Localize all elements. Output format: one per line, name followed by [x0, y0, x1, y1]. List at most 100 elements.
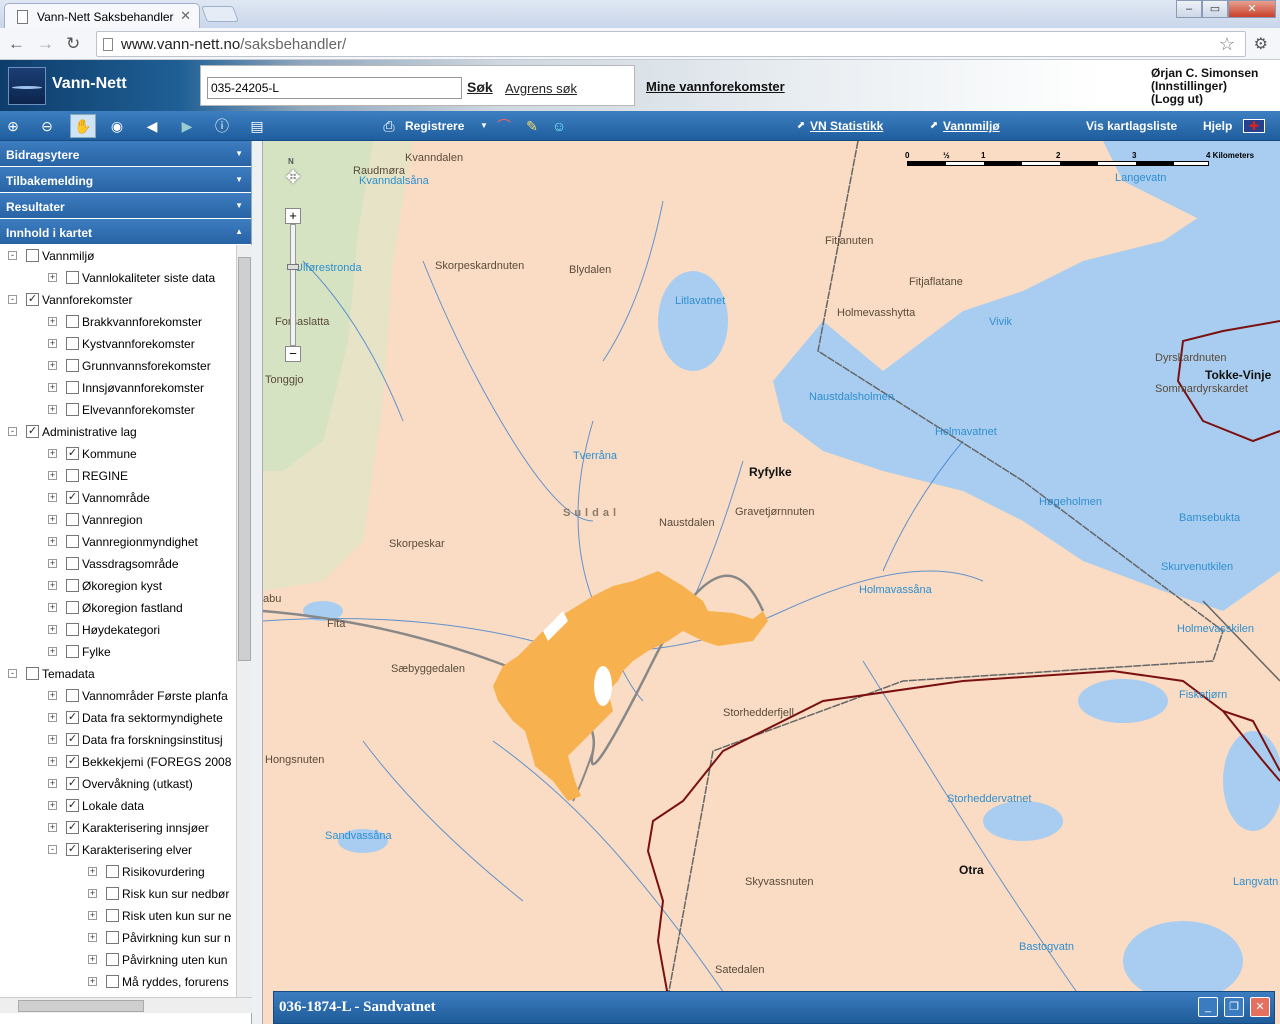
tree-row[interactable]: + Risk uten kun sur ne	[0, 905, 236, 927]
layer-checkbox[interactable]	[66, 689, 79, 702]
tree-row[interactable]: + Må ryddes, forurens	[0, 971, 236, 993]
tree-row[interactable]: + Påvirkning uten kun	[0, 949, 236, 971]
panel-innhold-i-kartet[interactable]: Innhold i kartet ▲	[0, 219, 251, 245]
collapse-icon[interactable]: -	[8, 251, 17, 260]
scrollbar-thumb[interactable]	[18, 1000, 144, 1012]
info-icon[interactable]: ⓘ	[213, 117, 231, 135]
pan-hand-icon[interactable]: ✋	[70, 114, 96, 138]
search-button[interactable]: Søk	[467, 79, 493, 95]
tree-row[interactable]: + Vannregion	[0, 509, 236, 531]
expand-icon[interactable]: +	[48, 581, 57, 590]
zoom-in-icon[interactable]: ⊕	[4, 117, 22, 135]
layer-checkbox[interactable]	[26, 249, 39, 262]
tree-row[interactable]: + Høydekategori	[0, 619, 236, 641]
expand-icon[interactable]: +	[48, 273, 57, 282]
layer-checkbox[interactable]	[66, 469, 79, 482]
print-icon[interactable]: ▤	[248, 117, 266, 135]
tree-row[interactable]: + Påvirkning kun sur n	[0, 927, 236, 949]
layer-checkbox[interactable]	[66, 381, 79, 394]
full-extent-icon[interactable]: ◉	[108, 117, 126, 135]
wrench-icon[interactable]: ⚙	[1254, 34, 1268, 54]
expand-icon[interactable]: +	[48, 757, 57, 766]
next-extent-icon[interactable]: ▶	[178, 117, 196, 135]
search-input[interactable]	[207, 77, 462, 99]
layer-checkbox[interactable]	[106, 865, 119, 878]
edit-pencil-icon[interactable]: ✎	[523, 117, 541, 135]
previous-extent-icon[interactable]: ◀	[143, 117, 161, 135]
layer-checkbox[interactable]	[106, 931, 119, 944]
expand-icon[interactable]: +	[48, 493, 57, 502]
tree-row[interactable]: - ✓ Karakterisering elver	[0, 839, 236, 861]
layer-checkbox[interactable]	[106, 975, 119, 988]
layer-checkbox[interactable]: ✓	[66, 755, 79, 768]
expand-icon[interactable]: +	[88, 955, 97, 964]
expand-icon[interactable]: +	[88, 889, 97, 898]
tree-vertical-scrollbar[interactable]	[236, 245, 252, 997]
logout-link[interactable]: (Logg ut)	[1151, 93, 1258, 106]
expand-icon[interactable]: +	[48, 515, 57, 524]
expand-icon[interactable]: +	[48, 779, 57, 788]
close-tab-icon[interactable]: ✕	[180, 8, 191, 24]
refine-search-link[interactable]: Avgrens søk	[505, 81, 577, 96]
address-bar[interactable]: www.vann-nett.no/saksbehandler/ ☆	[96, 31, 1246, 57]
zoom-thumb[interactable]	[287, 264, 299, 270]
vn-statistics-link[interactable]: VN Statistikk	[810, 119, 883, 133]
tree-row[interactable]: + Økoregion fastland	[0, 597, 236, 619]
expand-icon[interactable]: +	[48, 361, 57, 370]
layer-checkbox[interactable]: ✓	[26, 425, 39, 438]
measure-icon[interactable]: ⌒	[495, 117, 513, 135]
tree-row[interactable]: + Vannregionmyndighet	[0, 531, 236, 553]
panel-bidragsytere[interactable]: Bidragsytere ▼	[0, 141, 251, 167]
layer-checkbox[interactable]	[106, 909, 119, 922]
layer-checkbox[interactable]	[66, 557, 79, 570]
layer-list-link[interactable]: Vis kartlagsliste	[1086, 119, 1177, 133]
panel-resultater[interactable]: Resultater ▼	[0, 193, 251, 219]
layer-checkbox[interactable]: ✓	[66, 821, 79, 834]
scrollbar-thumb[interactable]	[238, 257, 251, 661]
add-user-icon[interactable]: ☺	[550, 117, 568, 135]
expand-icon[interactable]: +	[48, 735, 57, 744]
maximize-button[interactable]: ▭	[1202, 0, 1228, 18]
layer-checkbox[interactable]	[66, 403, 79, 416]
tree-row[interactable]: + Vassdragsområde	[0, 553, 236, 575]
expand-icon[interactable]: +	[48, 317, 57, 326]
collapse-icon[interactable]: -	[8, 427, 17, 436]
forward-icon[interactable]: →	[37, 34, 54, 54]
tree-row[interactable]: + Fylke	[0, 641, 236, 663]
expand-icon[interactable]: +	[48, 823, 57, 832]
sidebar-splitter[interactable]	[252, 141, 263, 1024]
tree-row[interactable]: + Grunnvannsforekomster	[0, 355, 236, 377]
tree-row[interactable]: + Vannområder Første planfa	[0, 685, 236, 707]
expand-icon[interactable]: +	[48, 471, 57, 480]
layer-checkbox[interactable]	[66, 645, 79, 658]
collapse-icon[interactable]: -	[8, 295, 17, 304]
register-menu[interactable]: Registrere	[405, 119, 464, 133]
tree-row[interactable]: + ✓ Vannområde	[0, 487, 236, 509]
browser-tab[interactable]: Vann-Nett Saksbehandler ✕	[4, 3, 200, 28]
tree-row[interactable]: + Risikovurdering	[0, 861, 236, 883]
minimize-popup-button[interactable]: _	[1198, 997, 1218, 1017]
layer-checkbox[interactable]	[106, 887, 119, 900]
layer-checkbox[interactable]: ✓	[66, 733, 79, 746]
expand-icon[interactable]: +	[48, 537, 57, 546]
layer-checkbox[interactable]	[66, 337, 79, 350]
layer-checkbox[interactable]	[66, 513, 79, 526]
tree-row[interactable]: - Temadata	[0, 663, 236, 685]
expand-icon[interactable]: +	[48, 603, 57, 612]
tree-row[interactable]: + REGINE	[0, 465, 236, 487]
layer-checkbox[interactable]: ✓	[66, 799, 79, 812]
reload-icon[interactable]: ↻	[66, 34, 80, 54]
feature-popup[interactable]: 036-1874-L - Sandvatnet _ ❐ ✕	[273, 991, 1275, 1024]
expand-icon[interactable]: +	[48, 559, 57, 568]
vannmiljo-link[interactable]: Vannmiljø	[943, 119, 1000, 133]
layer-checkbox[interactable]	[26, 667, 39, 680]
dropdown-arrow-icon[interactable]: ▼	[475, 117, 493, 135]
layer-checkbox[interactable]: ✓	[66, 491, 79, 504]
panel-tilbakemelding[interactable]: Tilbakemelding ▼	[0, 167, 251, 193]
tree-row[interactable]: + ✓ Lokale data	[0, 795, 236, 817]
expand-icon[interactable]: +	[88, 911, 97, 920]
register-icon[interactable]: ⎙	[380, 117, 398, 135]
expand-icon[interactable]: +	[48, 713, 57, 722]
layer-checkbox[interactable]	[66, 271, 79, 284]
minimize-button[interactable]: –	[1176, 0, 1202, 18]
